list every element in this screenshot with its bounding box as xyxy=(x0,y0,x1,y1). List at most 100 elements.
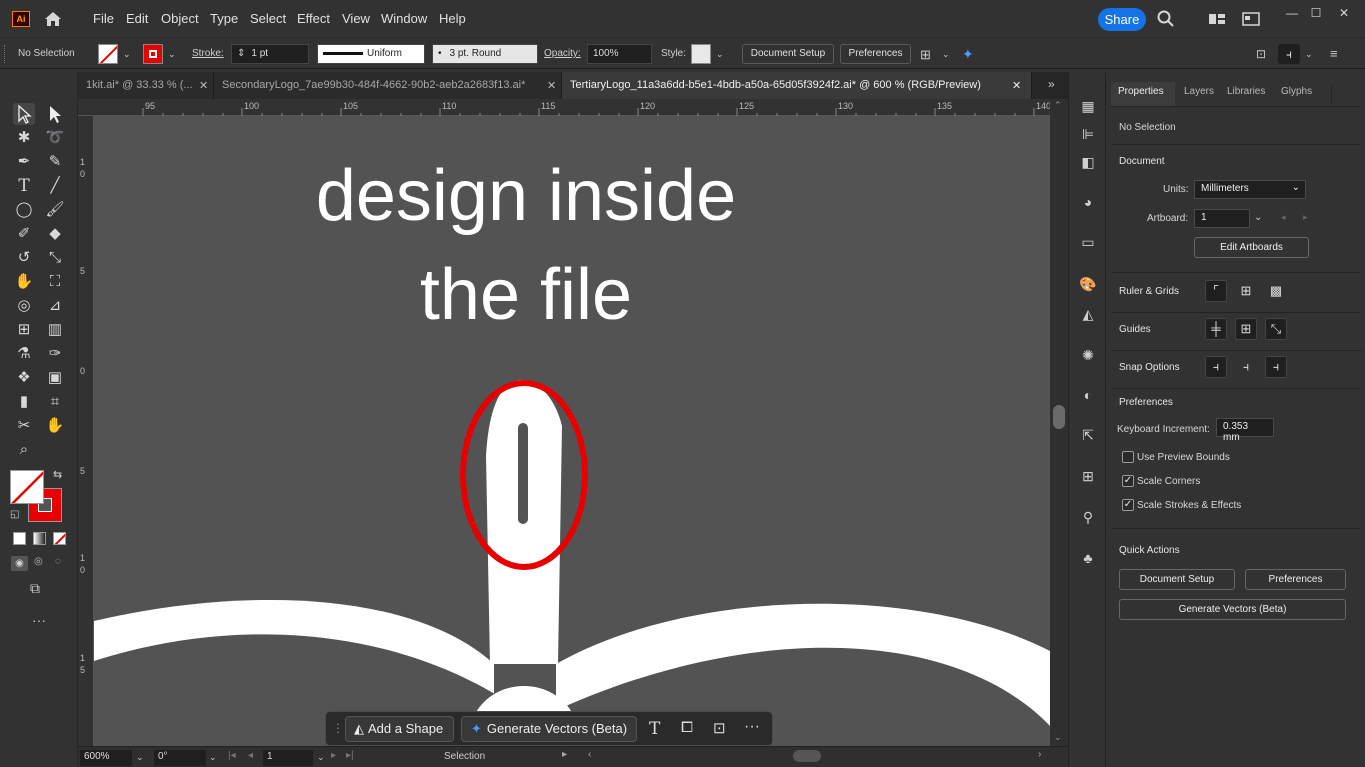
snap-to-glyph-icon[interactable]: ⫞ xyxy=(1265,356,1287,378)
drag-handle-icon[interactable]: ⋮ xyxy=(332,721,344,735)
menu-help[interactable]: Help xyxy=(439,11,466,26)
smart-guides-icon[interactable]: ⤡ xyxy=(1265,318,1287,340)
tab-document-1[interactable]: 1kit.ai* @ 33.33 % (... xyxy=(78,72,214,99)
more-tools-icon[interactable]: ··· xyxy=(32,612,46,628)
last-artboard-icon[interactable]: ▸| xyxy=(346,750,354,761)
guides-icon[interactable]: ╪ xyxy=(1205,318,1227,340)
gradient-mode-icon[interactable] xyxy=(33,532,46,545)
arrange-documents-icon[interactable] xyxy=(1242,11,1260,27)
lasso-icon[interactable]: ➰ xyxy=(44,127,66,149)
chevron-down-icon[interactable]: ⌄ xyxy=(1254,212,1262,223)
chevron-down-icon[interactable]: ⌄ xyxy=(716,49,724,60)
eyedropper-icon[interactable]: ✑ xyxy=(44,343,66,365)
add-shape-button[interactable]: ◭ Add a Shape xyxy=(345,716,454,742)
selection-tool-icon[interactable] xyxy=(13,103,35,125)
status-menu-icon[interactable]: ▸ xyxy=(562,749,567,760)
prev-artboard-icon[interactable]: ◂ xyxy=(248,750,253,761)
close-icon[interactable]: ✕ xyxy=(199,79,208,92)
menu-type[interactable]: Type xyxy=(210,11,238,26)
horizontal-ruler[interactable]: 95 100 105 110 115 120 125 130 135 140 xyxy=(78,99,1051,116)
grid-icon[interactable]: ⊞ xyxy=(1235,280,1257,302)
gradient-tool-icon[interactable]: ▥ xyxy=(44,319,66,341)
live-paint-icon[interactable]: ▣ xyxy=(44,367,66,389)
menu-effect[interactable]: Effect xyxy=(297,11,330,26)
chevron-down-icon[interactable]: ⌄ xyxy=(317,752,325,763)
none-mode-icon[interactable] xyxy=(53,532,66,545)
menu-window[interactable]: Window xyxy=(381,11,427,26)
fill-color-box[interactable] xyxy=(10,470,44,504)
units-select[interactable]: Millimeters ⌄ xyxy=(1194,180,1306,199)
lock-guides-icon[interactable]: ⊞ xyxy=(1235,318,1257,340)
puppet-warp-icon[interactable]: ⚲ xyxy=(1078,507,1098,527)
close-icon[interactable]: ✕ xyxy=(547,79,556,92)
mesh-tool-icon[interactable]: ⊞ xyxy=(13,319,35,341)
generate-vectors-button[interactable]: Generate Vectors (Beta) xyxy=(1119,599,1346,620)
tabs-overflow-icon[interactable]: » xyxy=(1048,77,1055,91)
menu-lines-icon[interactable]: ≡ xyxy=(1330,46,1338,61)
line-tool-icon[interactable]: ╱ xyxy=(44,175,66,197)
preferences-button[interactable]: Preferences xyxy=(1245,569,1346,590)
screen-mode-icon[interactable]: ⧉ xyxy=(30,580,40,597)
zoom-tool-icon[interactable]: ⌕ xyxy=(13,439,35,461)
rotate-tool-icon[interactable]: ↺ xyxy=(13,247,35,269)
color-guide-panel-icon[interactable]: ◭ xyxy=(1078,304,1098,324)
scale-strokes-checkbox[interactable]: ✓ xyxy=(1122,499,1134,511)
canvas-text-line2[interactable]: the file xyxy=(420,255,632,335)
swap-colors-icon[interactable]: ⇆ xyxy=(53,468,62,481)
align-panel-icon[interactable]: ⊫ xyxy=(1078,124,1098,144)
tab-glyphs[interactable]: Glyphs xyxy=(1281,86,1312,97)
hand-tool-icon[interactable]: ✋ xyxy=(44,415,66,437)
artboard-tool-icon[interactable]: ⌗ xyxy=(44,391,66,413)
rotation-angle[interactable]: 0° xyxy=(154,750,206,766)
brush-definition-select[interactable]: • 3 pt. Round xyxy=(432,44,538,64)
next-artboard-icon[interactable]: ▸ xyxy=(331,750,336,761)
maximize-icon[interactable]: ☐ xyxy=(1306,6,1326,20)
export-icon[interactable]: ⇱ xyxy=(1078,425,1098,445)
scroll-up-icon[interactable]: ⌃ xyxy=(1054,100,1062,111)
generate-vectors-button[interactable]: ✦ Generate Vectors (Beta) xyxy=(461,716,637,742)
chevron-down-icon[interactable]: ⌄ xyxy=(123,49,131,60)
tab-properties[interactable]: Properties xyxy=(1118,86,1164,97)
snap-to-pixel-icon[interactable]: ⫞ xyxy=(1235,356,1257,378)
share-button[interactable]: Share xyxy=(1098,8,1146,31)
appearance-icon[interactable]: ✺ xyxy=(1078,345,1098,365)
artboard-canvas[interactable]: design inside the file xyxy=(94,116,1050,746)
close-window-icon[interactable]: ✕ xyxy=(1334,6,1354,20)
color-panel-icon[interactable]: 🎨 xyxy=(1078,274,1098,294)
transparency-grid-icon[interactable]: ▩ xyxy=(1265,280,1287,302)
artboards-panel-icon[interactable]: ⊞ xyxy=(1078,466,1098,486)
tab-document-3[interactable]: TertiaryLogo_11a3a6dd-b5e1-4bdb-a50a-65d… xyxy=(562,72,1032,99)
graphic-style-swatch[interactable] xyxy=(691,44,711,64)
canvas-text-line1[interactable]: design inside xyxy=(316,156,736,236)
needle-eye[interactable] xyxy=(518,423,528,524)
chevron-down-icon[interactable]: ⌄ xyxy=(136,752,144,763)
scale-tool-icon[interactable]: ⤡ xyxy=(44,247,66,269)
recolor-icon[interactable]: ⊡ xyxy=(1256,47,1266,61)
document-setup-button[interactable]: Document Setup xyxy=(1119,569,1235,590)
color-mode-icon[interactable] xyxy=(13,532,26,545)
type-icon[interactable]: T xyxy=(649,719,660,739)
artboard-select[interactable]: 1 xyxy=(1194,209,1250,228)
stroke-label[interactable]: Stroke: xyxy=(192,48,224,59)
transform-icon[interactable]: ▦ xyxy=(1078,96,1098,116)
perspective-grid-icon[interactable]: ⊿ xyxy=(44,295,66,317)
close-icon[interactable]: ✕ xyxy=(1012,79,1021,92)
chevron-down-icon[interactable]: ⌄ xyxy=(1305,49,1313,60)
scale-corners-checkbox[interactable]: ✓ xyxy=(1122,475,1134,487)
document-setup-button[interactable]: Document Setup xyxy=(742,44,834,64)
edit-artboards-button[interactable]: Edit Artboards xyxy=(1194,237,1309,258)
menu-object[interactable]: Object xyxy=(161,11,199,26)
graph-tool-icon[interactable]: ▮ xyxy=(13,391,35,413)
stroke-swatch[interactable] xyxy=(143,44,163,64)
opacity-input[interactable]: 100% xyxy=(587,44,652,64)
workspace-switcher-icon[interactable] xyxy=(1208,11,1226,27)
scroll-down-icon[interactable]: ⌄ xyxy=(1054,732,1062,743)
horizontal-scroll-thumb[interactable] xyxy=(793,750,821,762)
draw-normal-icon[interactable]: ◉ xyxy=(11,556,28,571)
type-tool-icon[interactable]: T xyxy=(13,175,35,197)
snap-icon[interactable]: ⫞ xyxy=(1278,44,1300,64)
search-icon[interactable] xyxy=(1156,9,1176,29)
paintbrush-icon[interactable]: 🖌 xyxy=(44,199,66,221)
chevron-down-icon[interactable]: ⌄ xyxy=(942,49,950,60)
home-icon[interactable] xyxy=(42,9,64,29)
